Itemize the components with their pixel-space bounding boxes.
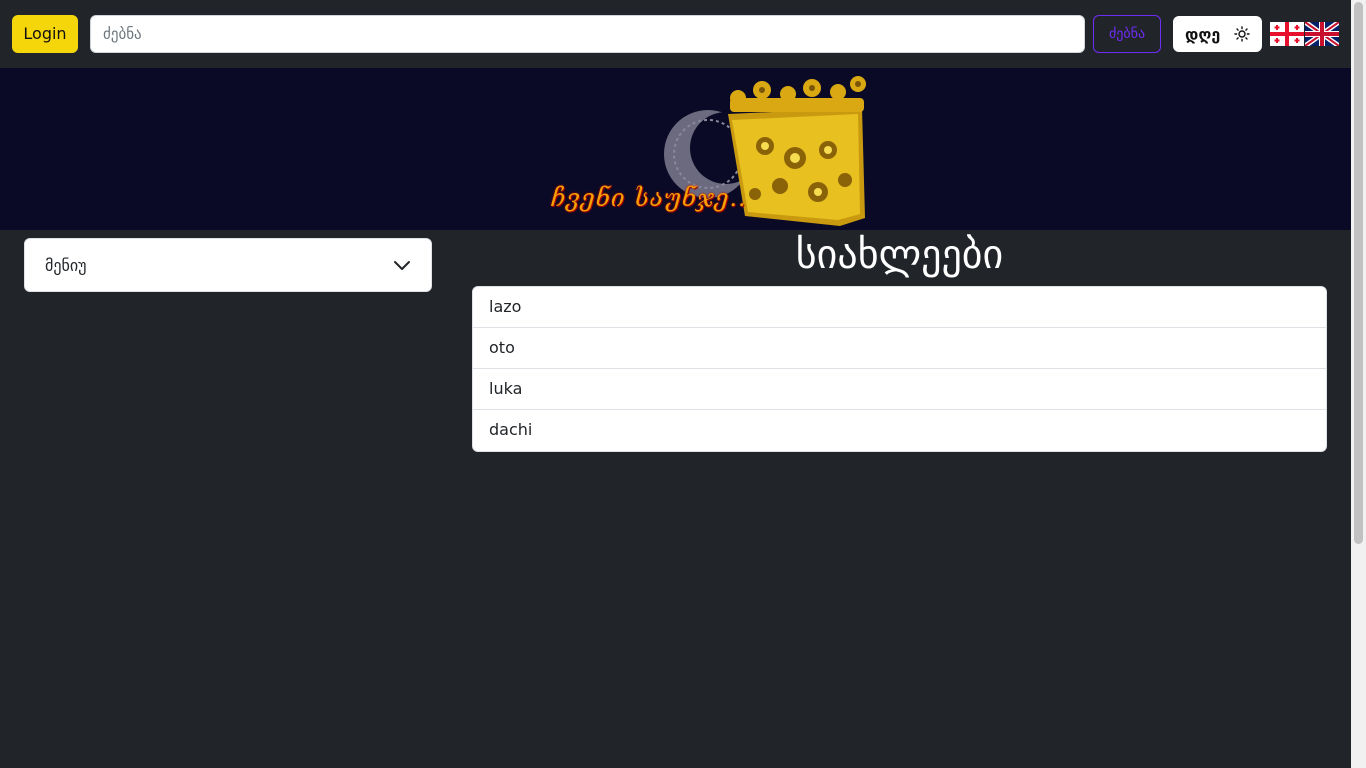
georgia-flag-icon[interactable] — [1270, 22, 1304, 46]
chevron-down-icon — [393, 256, 411, 274]
scrollbar-thumb[interactable] — [1354, 2, 1363, 544]
sidebar-menu-toggle[interactable]: მენიუ — [24, 238, 432, 292]
theme-toggle-button[interactable]: დღე — [1173, 16, 1262, 52]
news-item[interactable]: luka — [473, 369, 1326, 410]
theme-label: დღე — [1185, 24, 1221, 44]
news-list: lazo oto luka dachi — [472, 286, 1327, 452]
top-navbar: Login ძებნა დღე — [0, 0, 1351, 68]
vertical-scrollbar[interactable] — [1351, 0, 1366, 768]
news-title: სიახლეები — [795, 232, 1004, 278]
site-banner: ჩვენი საუნჯე.. — [0, 68, 1351, 230]
login-button[interactable]: Login — [12, 15, 78, 53]
news-item[interactable]: lazo — [473, 287, 1326, 328]
news-item[interactable]: dachi — [473, 410, 1326, 451]
search-button[interactable]: ძებნა — [1093, 15, 1161, 53]
news-item[interactable]: oto — [473, 328, 1326, 369]
banner-slogan: ჩვენი საუნჯე.. — [551, 184, 747, 212]
search-input[interactable] — [90, 15, 1085, 53]
page: Login ძებნა დღე — [0, 0, 1366, 768]
uk-flag-icon[interactable] — [1303, 19, 1341, 49]
menu-label: მენიუ — [45, 255, 87, 275]
sun-icon — [1234, 26, 1250, 42]
